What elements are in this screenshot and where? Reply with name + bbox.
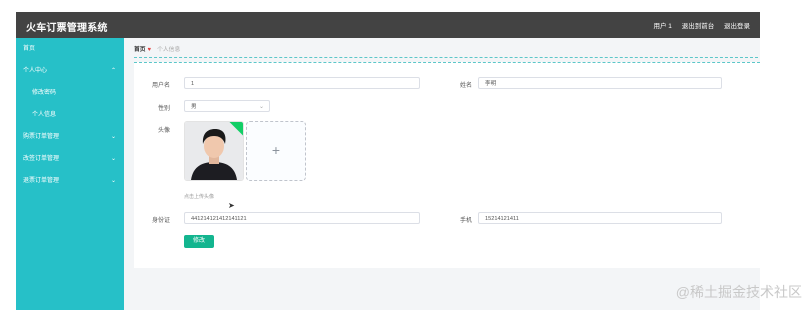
sidebar-item-label: 改签订单管理 bbox=[23, 156, 60, 162]
sidebar-item-label: 个人信息 bbox=[32, 112, 57, 118]
sidebar-item-label: 个人中心 bbox=[23, 68, 48, 74]
sidebar-item-label: 首页 bbox=[23, 46, 36, 52]
profile-form: 用户名 1 姓名 李明 性别 男 ⌄ 头像 + 点击上传头像 ➤ 身份证 441… bbox=[134, 62, 760, 268]
phone-field[interactable]: 15214121411 bbox=[478, 212, 722, 224]
chevron-down-icon: ⌄ bbox=[258, 104, 264, 110]
mouse-cursor-icon: ➤ bbox=[228, 201, 235, 210]
username-label: 用户名 bbox=[152, 83, 171, 89]
avatar[interactable] bbox=[184, 121, 244, 181]
sidebar-item-change-password[interactable]: 修改密码 bbox=[16, 82, 124, 104]
chevron-up-icon: ⌃ bbox=[110, 68, 116, 74]
upload-hint: 点击上传头像 bbox=[184, 194, 215, 200]
breadcrumb: 首页 ♥ 个人信息 bbox=[134, 43, 758, 58]
app-title: 火车订票管理系统 bbox=[26, 23, 108, 34]
main-content: 首页 ♥ 个人信息 用户名 1 姓名 李明 性别 男 ⌄ 头像 + 点击上传头像… bbox=[124, 38, 760, 310]
gender-select[interactable]: 男 ⌄ bbox=[184, 100, 270, 112]
watermark: @稀土掘金技术社区 bbox=[675, 284, 802, 300]
sidebar-item-refund-orders[interactable]: 退票订单管理 ⌄ bbox=[16, 170, 124, 192]
submit-button[interactable]: 修改 bbox=[184, 235, 214, 248]
sidebar-item-label: 退票订单管理 bbox=[23, 178, 60, 184]
sidebar-item-label: 修改密码 bbox=[32, 90, 57, 96]
go-frontend-link[interactable]: 退出到前台 bbox=[682, 23, 715, 30]
user-menu[interactable]: 用户 1 bbox=[653, 23, 671, 30]
idcard-label: 身份证 bbox=[152, 218, 171, 224]
avatar-label: 头像 bbox=[158, 128, 171, 134]
avatar-photo bbox=[185, 122, 243, 180]
username-field[interactable]: 1 bbox=[184, 77, 420, 89]
sidebar-item-home[interactable]: 首页 bbox=[16, 38, 124, 60]
chevron-down-icon: ⌄ bbox=[110, 178, 116, 184]
top-bar: 火车订票管理系统 用户 1 退出到前台 退出登录 bbox=[16, 12, 760, 38]
sidebar-item-label: 购票订单管理 bbox=[23, 134, 60, 140]
logout-link[interactable]: 退出登录 bbox=[724, 23, 750, 30]
chevron-down-icon: ⌄ bbox=[110, 156, 116, 162]
top-nav: 用户 1 退出到前台 退出登录 bbox=[645, 20, 750, 30]
sidebar-item-purchase-orders[interactable]: 购票订单管理 ⌄ bbox=[16, 126, 124, 148]
chevron-down-icon: ⌄ bbox=[110, 134, 116, 140]
upload-avatar-button[interactable]: + bbox=[246, 121, 306, 181]
name-label: 姓名 bbox=[460, 83, 473, 89]
breadcrumb-home[interactable]: 首页 bbox=[134, 47, 146, 53]
heart-icon: ♥ bbox=[147, 47, 152, 53]
sidebar-item-personal-center[interactable]: 个人中心 ⌃ bbox=[16, 60, 124, 82]
sidebar-item-change-orders[interactable]: 改签订单管理 ⌄ bbox=[16, 148, 124, 170]
app-window: 火车订票管理系统 用户 1 退出到前台 退出登录 首页 个人中心 ⌃ 修改密码 … bbox=[16, 12, 760, 310]
phone-label: 手机 bbox=[460, 218, 473, 224]
gender-label: 性别 bbox=[158, 106, 171, 112]
sidebar: 首页 个人中心 ⌃ 修改密码 个人信息 购票订单管理 ⌄ 改签订单管理 ⌄ 退票… bbox=[16, 38, 124, 310]
name-field[interactable]: 李明 bbox=[478, 77, 722, 89]
idcard-field[interactable]: 441214121412141121 bbox=[184, 212, 420, 224]
sidebar-item-personal-info[interactable]: 个人信息 bbox=[16, 104, 124, 126]
gender-value: 男 bbox=[191, 104, 197, 110]
breadcrumb-current: 个人信息 bbox=[157, 47, 181, 53]
